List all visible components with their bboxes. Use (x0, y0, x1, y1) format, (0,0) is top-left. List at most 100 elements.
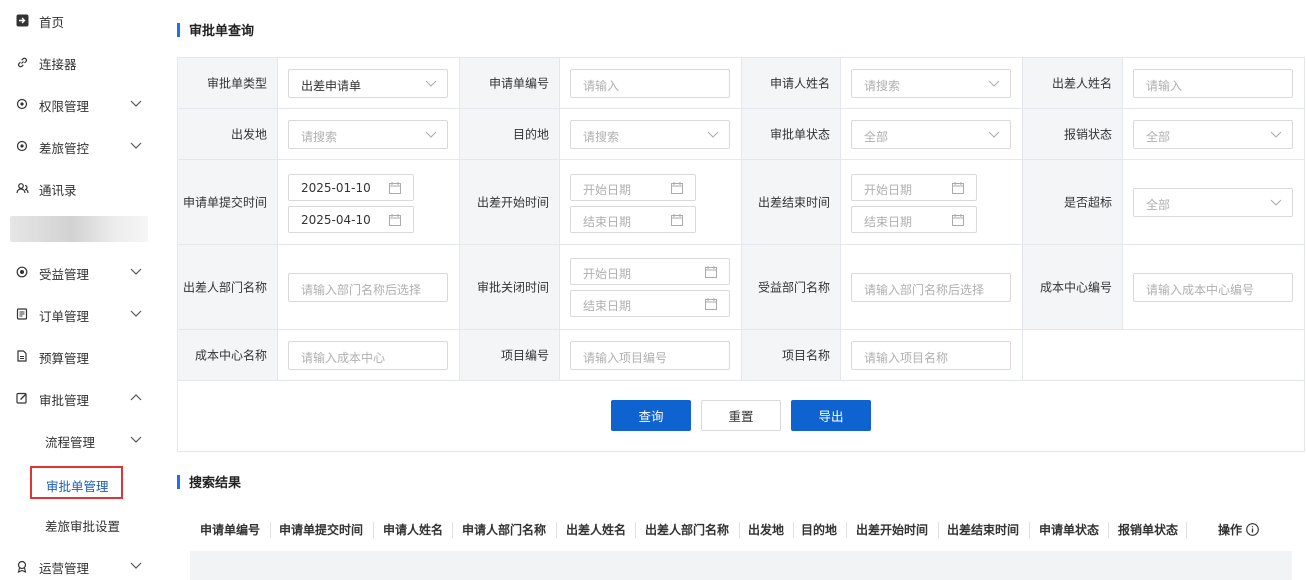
submit-end-date[interactable]: 2025-04-10 (288, 206, 414, 233)
results-section-title: 搜索结果 (177, 472, 241, 491)
form-label-cell: 受益部门名称 (742, 245, 841, 329)
sidebar-item-budget[interactable]: 预算管理 (0, 336, 157, 378)
cost-center-name-input[interactable]: 请输入成本中心 (288, 341, 448, 370)
placeholder: 请输入 (1146, 79, 1183, 93)
edit-icon (15, 391, 29, 405)
form-label-cell: 出差开始时间 (460, 160, 560, 244)
form-label-cell: 出差人姓名 (1023, 58, 1123, 108)
reimbursement-status-select[interactable]: 全部 (1133, 120, 1293, 149)
placeholder: 请输入部门名称后选择 (301, 283, 422, 297)
chevron-down-icon[interactable] (129, 138, 143, 152)
benefit-dept-input[interactable]: 请输入部门名称后选择 (851, 273, 1011, 302)
col-separator (556, 522, 557, 538)
destination-select[interactable]: 请搜索 (570, 120, 730, 149)
close-start-date[interactable]: 开始日期 (570, 258, 730, 285)
sidebar-item-operations[interactable]: 运营管理 (0, 546, 157, 580)
sidebar-item-process[interactable]: 流程管理 (0, 420, 157, 462)
submit-start-date[interactable]: 2025-01-10 (288, 174, 414, 201)
form-input-cell: 开始日期 结束日期 (560, 245, 742, 329)
sidebar-item-approval[interactable]: 审批管理 (0, 378, 157, 420)
col-header: 出发地 (748, 523, 785, 537)
traveler-dept-input[interactable]: 请输入部门名称后选择 (288, 273, 448, 302)
chevron-up-icon[interactable] (129, 390, 143, 404)
trip-end-label: 出差结束时间 (757, 195, 830, 210)
col-separator (373, 522, 374, 538)
chevron-down-icon[interactable] (129, 306, 143, 320)
form-input-cell: 请搜索 (278, 109, 460, 159)
reset-button[interactable]: 重置 (701, 400, 781, 431)
sidebar-item-label: 流程管理 (45, 435, 96, 450)
application-no-label: 申请单编号 (488, 76, 549, 91)
gear-icon (15, 97, 29, 111)
approval-status-label: 审批单状态 (769, 127, 830, 142)
form-input-cell: 请输入项目编号 (560, 330, 742, 380)
gear-icon (15, 139, 29, 153)
sidebar-item-benefit[interactable]: 受益管理 (0, 252, 157, 294)
sidebar-item-label: 差旅管控 (39, 141, 90, 156)
search-button[interactable]: 查询 (611, 400, 691, 431)
chevron-down-icon (425, 80, 437, 87)
project-no-input[interactable]: 请输入项目编号 (570, 341, 730, 370)
export-button[interactable]: 导出 (791, 400, 871, 431)
link-icon (15, 55, 29, 69)
sidebar: 首页 连接器 权限管理 差旅管控 通讯录 受益管理 订单管理 预算管理 审批管理… (0, 0, 157, 580)
form-input-cell: 出差申请单 (278, 58, 460, 108)
sidebar-item-travel-control[interactable]: 差旅管控 (0, 126, 157, 168)
sidebar-item-approval-form-mgmt[interactable]: 审批单管理 (30, 466, 123, 499)
trip-end-from-date[interactable]: 开始日期 (851, 174, 977, 201)
departure-label: 出发地 (230, 127, 267, 142)
col-separator (793, 522, 794, 538)
calendar-icon (389, 182, 401, 194)
traveler-name-input[interactable]: 请输入 (1133, 69, 1293, 98)
query-form: 审批单类型 出差申请单 申请单编号 请输入 申请人姓名 请搜索 出差人姓名 请输… (177, 57, 1305, 452)
project-name-input[interactable]: 请输入项目名称 (851, 341, 1011, 370)
form-label-cell: 目的地 (460, 109, 560, 159)
trip-start-from-date[interactable]: 开始日期 (570, 174, 696, 201)
sidebar-item-home[interactable]: 首页 (0, 0, 157, 42)
cost-center-no-input[interactable]: 请输入成本中心编号 (1133, 273, 1293, 302)
select-value: 全部 (1146, 198, 1171, 212)
sidebar-item-permission[interactable]: 权限管理 (0, 84, 157, 126)
sidebar-item-label: 预算管理 (39, 351, 90, 366)
chevron-down-icon[interactable] (129, 432, 143, 446)
form-label-cell: 申请单提交时间 (178, 160, 278, 244)
form-input-cell: 请搜索 (560, 109, 742, 159)
form-label-cell: 申请单编号 (460, 58, 560, 108)
approval-status-select[interactable]: 全部 (851, 120, 1011, 149)
select-value: 全部 (864, 130, 889, 144)
col-header: 出差人部门名称 (645, 523, 730, 537)
info-icon[interactable] (1246, 523, 1259, 536)
placeholder: 开始日期 (864, 183, 913, 197)
form-label-cell: 审批单状态 (742, 109, 841, 159)
close-end-date[interactable]: 结束日期 (570, 290, 730, 317)
trip-end-to-date[interactable]: 结束日期 (851, 206, 977, 233)
select-value: 全部 (1146, 130, 1171, 144)
sidebar-item-contacts[interactable]: 通讯录 (0, 168, 157, 210)
chevron-down-icon[interactable] (129, 558, 143, 572)
cost-center-name-label: 成本中心名称 (194, 348, 267, 363)
chevron-down-icon[interactable] (129, 264, 143, 278)
file-icon (15, 349, 29, 363)
form-input-cell: 请输入 (560, 58, 742, 108)
chevron-down-icon (988, 80, 1000, 87)
form-input-cell: 请输入 (1123, 58, 1304, 108)
traveler-name-label: 出差人姓名 (1051, 76, 1112, 91)
submit-time-label: 申请单提交时间 (182, 195, 267, 210)
placeholder: 请输入项目编号 (583, 351, 668, 365)
approval-type-select[interactable]: 出差申请单 (288, 69, 448, 98)
form-input-cell: 请输入部门名称后选择 (278, 245, 460, 329)
chevron-down-icon[interactable] (129, 96, 143, 110)
col-header: 申请单状态 (1039, 523, 1100, 537)
departure-select[interactable]: 请搜索 (288, 120, 448, 149)
applicant-name-select[interactable]: 请搜索 (851, 69, 1011, 98)
calendar-icon (952, 214, 964, 226)
over-standard-select[interactable]: 全部 (1133, 188, 1293, 217)
sidebar-item-orders[interactable]: 订单管理 (0, 294, 157, 336)
sidebar-item-travel-approval-settings[interactable]: 差旅审批设置 (0, 504, 157, 546)
page-title: 审批单查询 (189, 24, 255, 39)
application-no-input[interactable]: 请输入 (570, 69, 730, 98)
trip-start-to-date[interactable]: 结束日期 (570, 206, 696, 233)
sidebar-item-label: 审批单管理 (46, 479, 109, 494)
sidebar-item-connector[interactable]: 连接器 (0, 42, 157, 84)
placeholder: 请输入部门名称后选择 (864, 283, 985, 297)
